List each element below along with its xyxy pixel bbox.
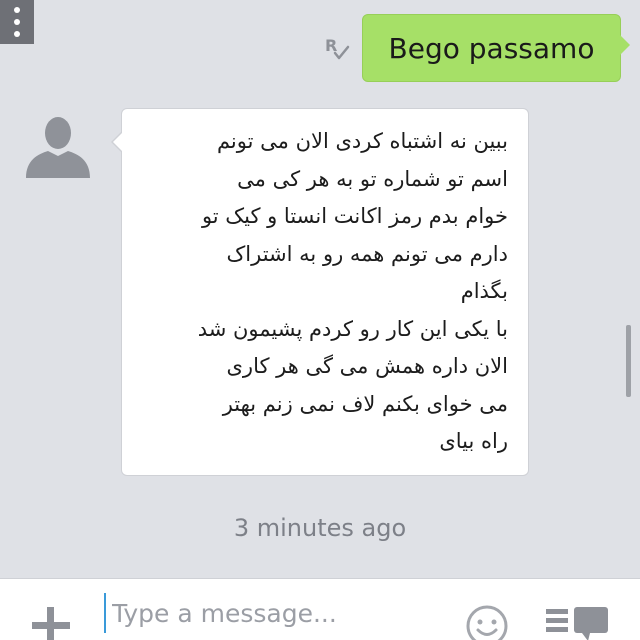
overflow-menu-button[interactable] — [0, 0, 34, 44]
message-composer — [0, 578, 640, 640]
message-line: خوام بدم رمز اکانت انستا و کیک تو — [201, 204, 508, 228]
sent-message-text: Bego passamo — [388, 31, 595, 65]
message-line: اسم تو شماره تو به هر کی می — [237, 166, 508, 191]
message-timestamp: 3 minutes ago — [233, 514, 407, 542]
sticker-icon[interactable] — [544, 605, 614, 640]
message-line: با یکی این کار رو کردم پشیمون شد — [197, 316, 508, 341]
scrollbar-thumb[interactable] — [626, 325, 631, 397]
default-user-avatar-icon[interactable] — [22, 110, 94, 182]
vertical-dots-icon — [14, 19, 20, 25]
message-line: بگذام — [460, 279, 508, 303]
message-input[interactable] — [104, 593, 434, 633]
message-line: می خوای بکنم لاف نمی زنم بهتر — [222, 391, 508, 416]
vertical-dots-icon — [14, 7, 20, 13]
message-line: الان داره همش می گی هر کاری — [226, 354, 509, 378]
read-receipt-icon: R — [325, 36, 350, 60]
chat-screen: R Bego passamo ببین نه اشتباه کردی الان … — [0, 0, 640, 640]
message-line: دارم می تونم همه رو به اشتراک — [226, 241, 509, 266]
received-message-bubble[interactable]: ببین نه اشتباه کردی الان می تونم اسم تو … — [111, 108, 529, 476]
vertical-dots-icon — [14, 31, 20, 37]
message-line: راه بیای — [439, 429, 508, 453]
emoji-icon[interactable] — [464, 603, 510, 640]
message-line: ببین نه اشتباه کردی الان می تونم — [216, 129, 508, 153]
plus-icon[interactable] — [28, 603, 74, 640]
sent-message-bubble[interactable]: Bego passamo — [362, 14, 630, 82]
